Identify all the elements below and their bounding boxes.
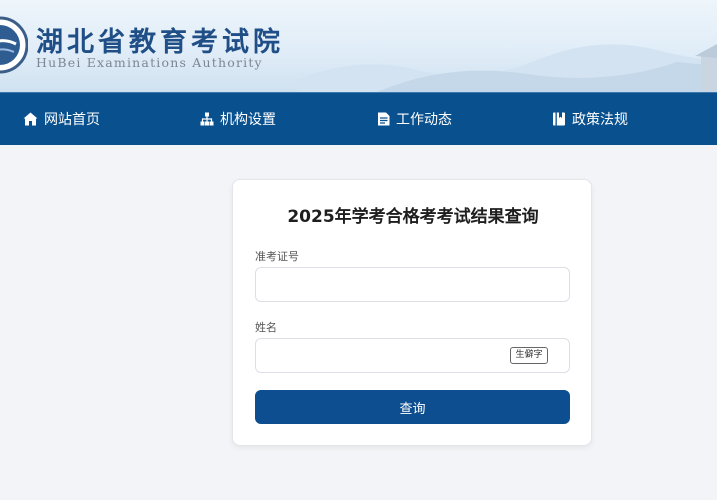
book-icon: [553, 112, 565, 126]
emblem-logo-icon: [0, 16, 28, 74]
rare-character-button[interactable]: 生僻字: [510, 347, 548, 364]
site-header: 湖北省教育考试院 HuBei Examinations Authority: [0, 0, 717, 92]
nav-item-label: 工作动态: [396, 112, 452, 128]
site-title-cn: 湖北省教育考试院: [36, 27, 284, 58]
form-title: 2025年学考合格考考试结果查询: [287, 207, 539, 227]
nav-item-home[interactable]: 网站首页: [23, 93, 100, 145]
mountain-pavilion-decoration: [297, 44, 717, 92]
sitemap-icon: [200, 112, 214, 126]
nav-item-organization[interactable]: 机构设置: [200, 93, 276, 145]
nav-item-label: 政策法规: [572, 112, 628, 128]
exam-id-input[interactable]: [255, 267, 570, 302]
nav-item-label: 机构设置: [220, 112, 276, 128]
main-navigation: 网站首页 机构设置 工作动态 政策法规: [0, 92, 717, 145]
home-icon: [23, 112, 38, 126]
name-label: 姓名: [255, 321, 277, 334]
nav-item-work-news[interactable]: 工作动态: [377, 93, 452, 145]
nav-item-policies[interactable]: 政策法规: [552, 93, 628, 145]
query-form-card: 2025年学考合格考考试结果查询 准考证号 姓名 生僻字 查询: [232, 179, 592, 446]
news-icon: [378, 112, 390, 126]
query-button[interactable]: 查询: [255, 390, 570, 424]
exam-id-label: 准考证号: [255, 250, 299, 263]
nav-item-label: 网站首页: [44, 112, 100, 128]
site-title-en: HuBei Examinations Authority: [36, 55, 263, 70]
